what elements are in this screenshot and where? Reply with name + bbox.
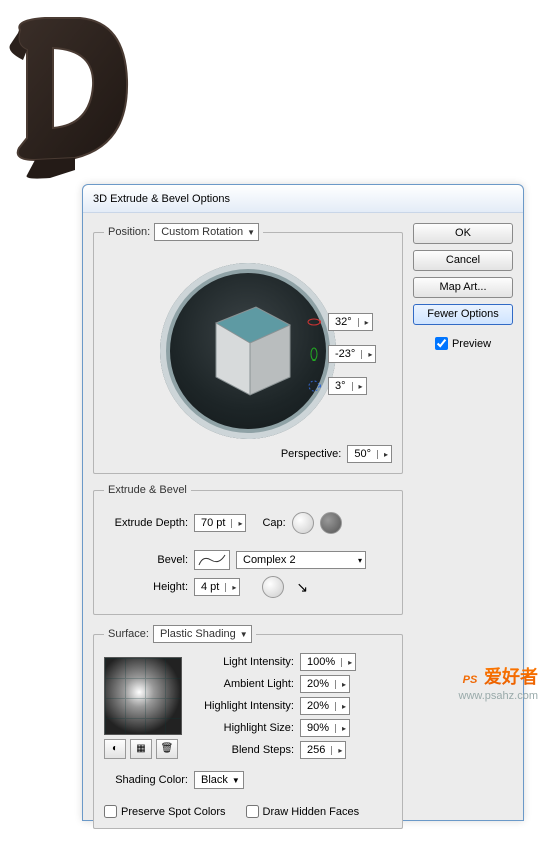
extrude-depth-label: Extrude Depth:	[104, 517, 188, 529]
bevel-height-input[interactable]: 4 pt▸	[194, 578, 240, 596]
fewer-options-button[interactable]: Fewer Options	[413, 304, 513, 325]
light-sphere[interactable]	[104, 657, 182, 735]
dialog-3d-extrude-bevel: 3D Extrude & Bevel Options Position: Cus…	[82, 184, 524, 821]
preserve-spot-checkbox[interactable]: Preserve Spot Colors	[104, 805, 226, 818]
bevel-out-icon[interactable]: ↘	[296, 579, 308, 596]
cap-off-button[interactable]	[320, 512, 342, 534]
position-legend: Position: Custom Rotation ▼	[104, 223, 263, 241]
highlight-size-label: Highlight Size:	[194, 722, 294, 734]
new-light-button[interactable]: ▦	[130, 739, 152, 759]
preview-checkbox[interactable]: Preview	[413, 337, 513, 350]
cube-preview-icon	[198, 295, 298, 405]
extrude-depth-input[interactable]: 70 pt▸	[194, 514, 246, 532]
perspective-input[interactable]: 50°▸	[347, 445, 392, 463]
perspective-label: Perspective:	[281, 448, 342, 460]
move-light-back-button[interactable]: ◐	[104, 739, 126, 759]
map-art-button[interactable]: Map Art...	[413, 277, 513, 298]
watermark: PS 爱好者 www.psahz.com	[459, 662, 538, 702]
angle-z-input[interactable]: 3°▸	[328, 377, 367, 395]
bevel-dropdown[interactable]: Complex 2 ▾	[236, 551, 366, 569]
surface-dropdown[interactable]: Plastic Shading ▼	[153, 625, 252, 643]
position-label: Position:	[108, 226, 150, 238]
shading-color-dropdown[interactable]: Black ▼	[194, 771, 244, 789]
group-extrude-bevel: Extrude & Bevel Extrude Depth: 70 pt▸ Ca…	[93, 484, 403, 615]
draw-hidden-checkbox[interactable]: Draw Hidden Faces	[246, 805, 360, 818]
group-position: Position: Custom Rotation ▼	[93, 223, 403, 474]
rotate-x-icon	[306, 314, 322, 330]
highlight-size-input[interactable]: 90%▸	[300, 719, 350, 737]
bevel-height-label: Height:	[104, 581, 188, 593]
rotate-y-icon	[306, 346, 322, 362]
bevel-preview-icon	[194, 550, 230, 570]
dialog-titlebar[interactable]: 3D Extrude & Bevel Options	[83, 185, 523, 213]
shading-color-label: Shading Color:	[104, 774, 188, 786]
ok-button[interactable]: OK	[413, 223, 513, 244]
cancel-button[interactable]: Cancel	[413, 250, 513, 271]
highlight-intensity-label: Highlight Intensity:	[194, 700, 294, 712]
delete-light-button[interactable]: 🗑	[156, 739, 178, 759]
bevel-in-button[interactable]	[262, 576, 284, 598]
angle-y-input[interactable]: -23°▸	[328, 345, 376, 363]
position-dropdown[interactable]: Custom Rotation ▼	[154, 223, 259, 241]
bevel-label: Bevel:	[104, 554, 188, 566]
ambient-light-input[interactable]: 20%▸	[300, 675, 350, 693]
cap-on-button[interactable]	[292, 512, 314, 534]
rotate-z-icon	[306, 378, 322, 394]
cap-label: Cap:	[262, 517, 285, 529]
light-intensity-input[interactable]: 100%▸	[300, 653, 356, 671]
light-intensity-label: Light Intensity:	[194, 656, 294, 668]
chevron-down-icon: ▼	[247, 228, 255, 237]
dialog-title: 3D Extrude & Bevel Options	[93, 193, 230, 205]
artwork-letter-d	[5, 10, 135, 180]
surface-legend: Surface: Plastic Shading ▼	[104, 625, 256, 643]
chevron-down-icon: ▾	[358, 556, 362, 565]
chevron-down-icon: ▼	[240, 630, 248, 639]
chevron-down-icon: ▼	[232, 776, 240, 785]
surface-label: Surface:	[108, 628, 149, 640]
ambient-light-label: Ambient Light:	[194, 678, 294, 690]
blend-steps-input[interactable]: 256▸	[300, 741, 346, 759]
angle-x-input[interactable]: 32°▸	[328, 313, 373, 331]
blend-steps-label: Blend Steps:	[194, 744, 294, 756]
group-surface: Surface: Plastic Shading ▼ ◐ ▦ 🗑	[93, 625, 403, 829]
extrude-bevel-legend: Extrude & Bevel	[104, 484, 191, 496]
highlight-intensity-input[interactable]: 20%▸	[300, 697, 350, 715]
